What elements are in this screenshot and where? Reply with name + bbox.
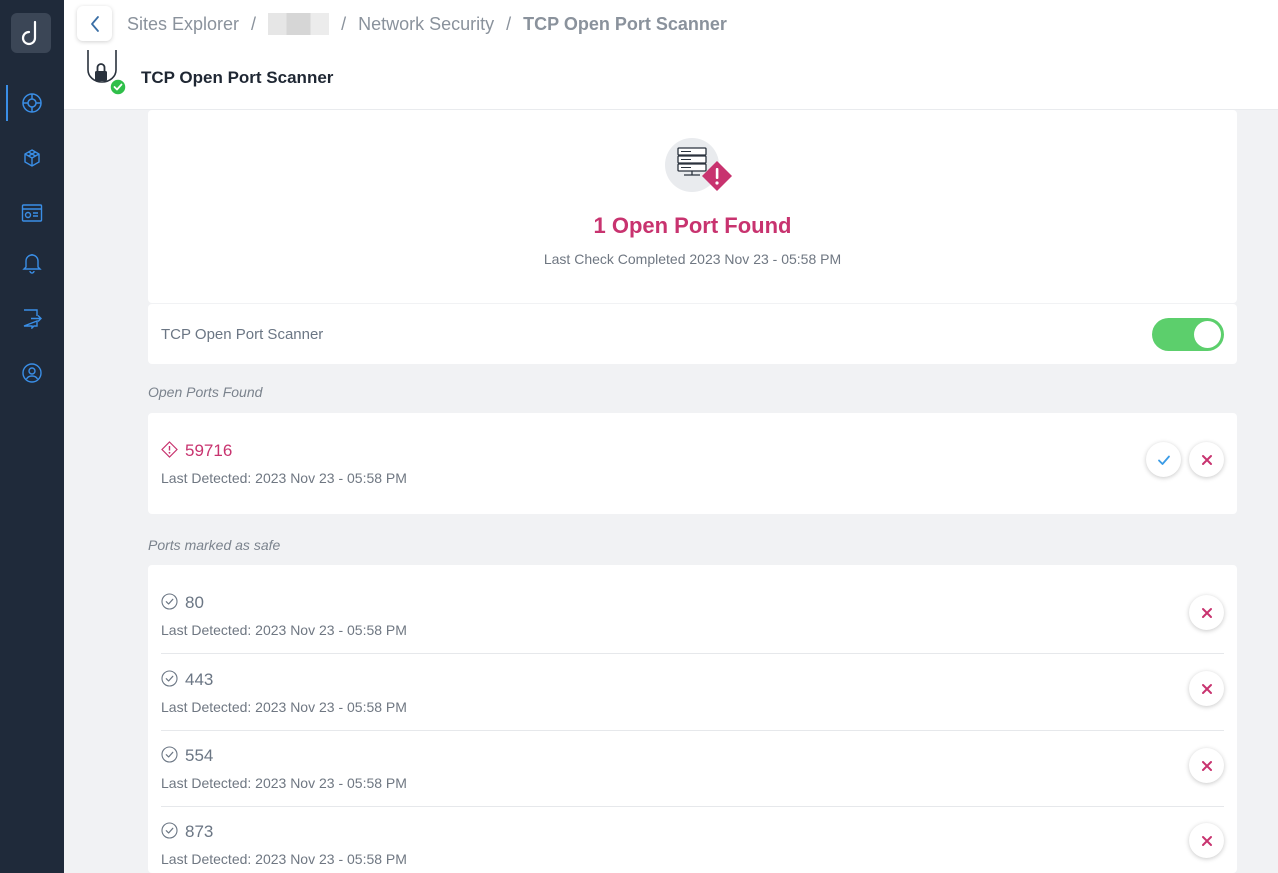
close-icon (1201, 760, 1212, 771)
d-logo-icon (21, 20, 37, 46)
open-port-number: 59716 (185, 441, 233, 460)
globe-icon (22, 93, 42, 113)
breadcrumb-network-security[interactable]: Network Security (358, 14, 494, 35)
page-header: Sites Explorer / / Network Security / TC… (64, 0, 1278, 110)
scanner-toggle-switch[interactable] (1152, 318, 1224, 351)
remove-safe-port-button[interactable] (1189, 748, 1224, 783)
note-arrow-icon (23, 309, 42, 329)
cubes-icon (24, 149, 40, 167)
safe-port-number: 554 (185, 746, 214, 765)
breadcrumb-separator: / (506, 13, 512, 34)
row-divider (161, 653, 1224, 654)
safe-port-number: 80 (185, 593, 204, 612)
check-circle-icon (161, 670, 178, 687)
page-title: TCP Open Port Scanner (141, 68, 334, 87)
back-button[interactable] (77, 6, 112, 41)
safe-port-detected: Last Detected: 2023 Nov 23 - 05:58 PM (161, 775, 407, 791)
row-divider (161, 730, 1224, 731)
warning-diamond-icon (161, 441, 178, 458)
check-icon (1157, 455, 1170, 465)
padlock-status-icon (84, 48, 128, 96)
open-port-count-title: 1 Open Port Found (593, 213, 792, 238)
breadcrumb-site-redacted[interactable] (268, 13, 330, 35)
safe-ports-card: 80 Last Detected: 2023 Nov 23 - 05:58 PM… (148, 565, 1237, 873)
check-circle-icon (161, 746, 178, 763)
app-logo[interactable] (11, 13, 51, 53)
close-icon (1201, 835, 1212, 846)
server-alert-icon (664, 137, 738, 197)
safe-port-detected: Last Detected: 2023 Nov 23 - 05:58 PM (161, 622, 407, 638)
breadcrumb: Sites Explorer / / Network Security / TC… (127, 13, 727, 35)
open-ports-card: 59716 Last Detected: 2023 Nov 23 - 05:58… (148, 413, 1237, 514)
sidebar-item-modules[interactable] (0, 138, 64, 178)
safe-ports-section-label: Ports marked as safe (148, 537, 281, 553)
safe-port-number: 443 (185, 670, 214, 689)
close-icon (1201, 607, 1212, 618)
breadcrumb-separator: / (341, 13, 347, 34)
browser-window-icon (21, 204, 43, 222)
safe-port-number: 873 (185, 822, 214, 841)
breadcrumb-separator: / (251, 13, 257, 34)
scanner-toggle-card: TCP Open Port Scanner (148, 304, 1237, 364)
safe-port-detected: Last Detected: 2023 Nov 23 - 05:58 PM (161, 851, 407, 867)
open-port-detected: Last Detected: 2023 Nov 23 - 05:58 PM (161, 470, 407, 486)
sidebar (0, 0, 64, 873)
sidebar-item-browser[interactable] (0, 193, 64, 233)
dismiss-port-button[interactable] (1189, 442, 1224, 477)
check-circle-icon (161, 593, 178, 610)
row-divider (161, 806, 1224, 807)
close-icon (1201, 454, 1212, 465)
scanner-toggle-label: TCP Open Port Scanner (161, 326, 324, 343)
chevron-left-icon (90, 15, 99, 32)
sidebar-item-sites[interactable] (0, 83, 64, 123)
close-icon (1201, 683, 1212, 694)
sidebar-item-notifications[interactable] (0, 243, 64, 283)
remove-safe-port-button[interactable] (1189, 823, 1224, 858)
bell-icon (22, 254, 42, 274)
open-ports-section-label: Open Ports Found (148, 384, 263, 400)
safe-port-detected: Last Detected: 2023 Nov 23 - 05:58 PM (161, 699, 407, 715)
remove-safe-port-button[interactable] (1189, 595, 1224, 630)
sidebar-item-reports[interactable] (0, 298, 64, 338)
mark-safe-button[interactable] (1146, 442, 1181, 477)
breadcrumb-sites-explorer[interactable]: Sites Explorer (127, 14, 239, 35)
sidebar-item-support[interactable] (0, 353, 64, 393)
remove-safe-port-button[interactable] (1189, 671, 1224, 706)
toggle-knob (1194, 321, 1221, 348)
support-icon (22, 363, 42, 383)
breadcrumb-current: TCP Open Port Scanner (523, 13, 727, 34)
last-check-text: Last Check Completed 2023 Nov 23 - 05:58… (543, 251, 842, 267)
scan-summary-card: 1 Open Port Found Last Check Completed 2… (148, 110, 1237, 303)
check-circle-icon (161, 822, 178, 839)
